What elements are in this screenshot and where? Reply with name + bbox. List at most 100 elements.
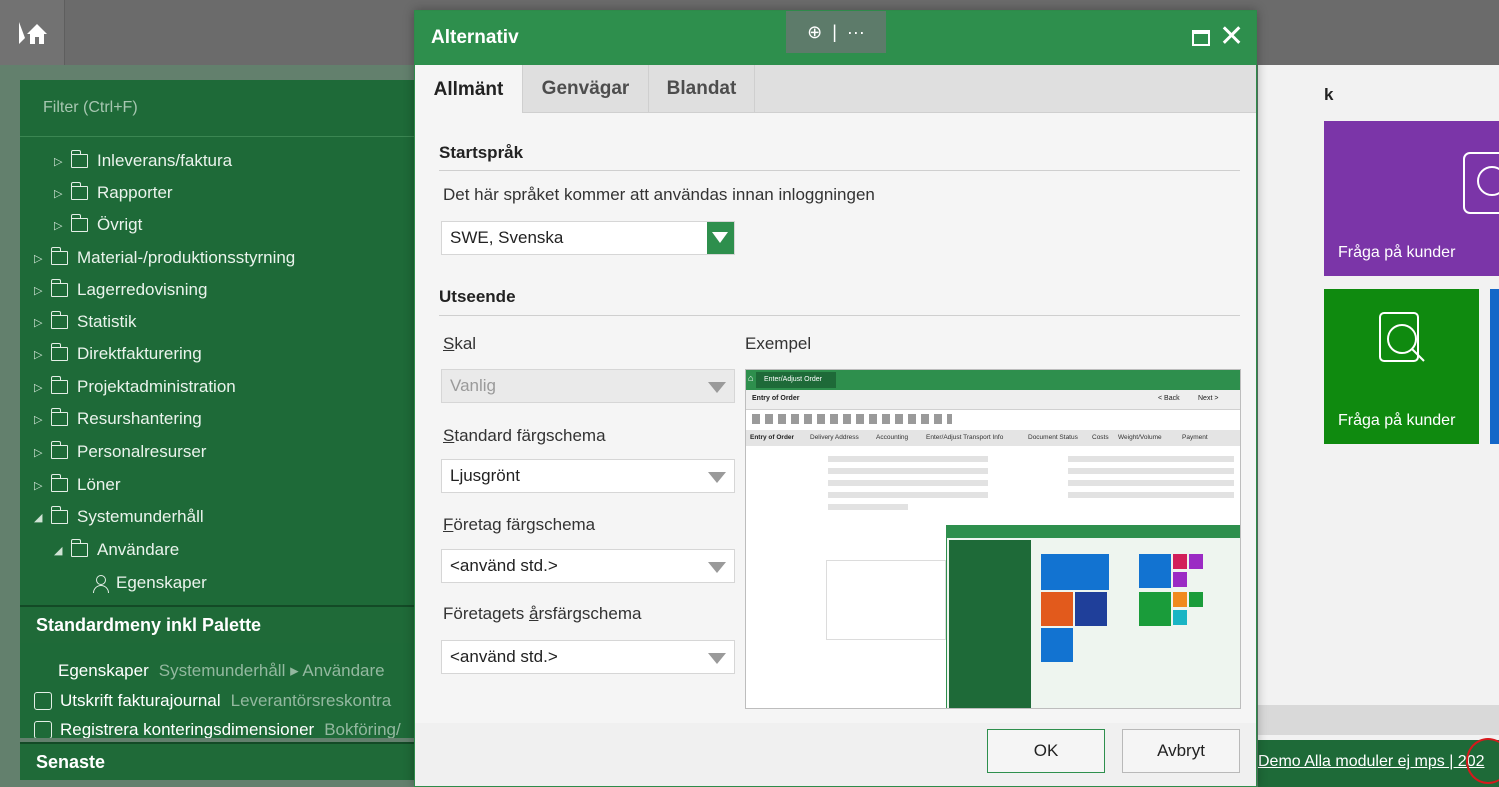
collapse-arrow-icon: ◢ — [54, 544, 63, 557]
folder-icon — [50, 376, 68, 394]
preview-field — [828, 492, 988, 498]
tab-misc[interactable]: Blandat — [649, 65, 755, 113]
tab-general[interactable]: Allmänt — [415, 65, 523, 114]
example-label: Exempel — [745, 334, 812, 353]
zoom-toolbar[interactable]: ⊕ | ··· — [786, 11, 886, 53]
preview-inner-window — [946, 525, 1240, 708]
tile-query-customers[interactable]: Fråga på kunder — [1324, 121, 1499, 276]
recent-item[interactable]: Egenskaper Systemunderhåll ▸ Användare — [34, 657, 385, 685]
query-icon — [1463, 152, 1499, 214]
preview-field — [1068, 480, 1234, 486]
preview-field — [828, 468, 988, 474]
tree-item-lager[interactable]: ▷ Lagerredovisning — [34, 274, 207, 306]
expand-arrow-icon: ▷ — [54, 155, 63, 168]
dropdown-arrow-icon — [708, 472, 726, 483]
dropdown-arrow-icon — [708, 382, 726, 393]
preview-tile — [1173, 572, 1187, 587]
divider — [439, 170, 1240, 171]
preview-field — [1068, 492, 1234, 498]
printer-icon — [34, 692, 52, 710]
company-link[interactable]: Demo Alla moduler ej mps | 202 — [1258, 753, 1484, 770]
preview-field — [828, 480, 988, 486]
tree-item-ovrigt[interactable]: ▷ Övrigt — [54, 209, 142, 241]
color-scheme-select[interactable]: Ljusgrönt — [441, 459, 735, 493]
tree-item-direktfakturering[interactable]: ▷ Direktfakturering — [34, 338, 202, 370]
theme-preview: Enter/Adjust Order ⌂ Entry of Order < Ba… — [745, 369, 1241, 709]
folder-icon — [50, 279, 68, 297]
tab-content: Startspråk Det här språket kommer att an… — [415, 113, 1256, 723]
tree-item-rapporter[interactable]: ▷ Rapporter — [54, 177, 173, 209]
options-dialog: Alternativ ⊕ | ··· ✕ Allmänt Genvägar Bl… — [414, 10, 1257, 787]
expand-arrow-icon: ▷ — [54, 219, 63, 232]
preview-tile — [1173, 592, 1187, 607]
tree-item-personal[interactable]: ▷ Personalresurser — [34, 436, 206, 468]
left-panel: Filter (Ctrl+F) ▷ Inleverans/faktura ▷ Rap… — [0, 65, 420, 787]
folder-icon — [50, 247, 68, 265]
recent-item[interactable]: Registrera konteringsdimensioner Bokföri… — [34, 716, 401, 738]
preview-field — [1068, 468, 1234, 474]
edit-icon — [34, 721, 52, 738]
folder-icon — [50, 474, 68, 492]
dialog-titlebar[interactable]: Alternativ ⊕ | ··· ✕ — [415, 11, 1256, 65]
maximize-button[interactable] — [1192, 30, 1210, 46]
preview-icons — [752, 414, 952, 424]
cancel-button[interactable]: Avbryt — [1122, 729, 1240, 773]
folder-icon — [50, 408, 68, 426]
separator: | — [832, 21, 837, 42]
ok-button[interactable]: OK — [987, 729, 1105, 773]
start-language-select[interactable]: SWE, Svenska — [441, 221, 735, 255]
tile-partial[interactable] — [1490, 289, 1499, 444]
tree-item-projekt[interactable]: ▷ Projektadministration — [34, 371, 236, 403]
preview-tile — [1075, 592, 1107, 626]
right-panel: k Fråga på kunder Fråga på kunder — [1258, 65, 1499, 787]
tree-item-loner[interactable]: ▷ Löner — [34, 469, 120, 501]
recent-title: Senaste — [20, 742, 420, 780]
folder-icon — [50, 343, 68, 361]
expand-arrow-icon: ▷ — [34, 348, 43, 361]
zoom-icon[interactable]: ⊕ — [807, 22, 822, 43]
close-button[interactable]: ✕ — [1219, 22, 1244, 52]
search-document-icon — [1379, 312, 1425, 362]
tree-item-inleverans[interactable]: ▷ Inleverans/faktura — [54, 145, 232, 177]
preview-tabs: Entry of Order Delivery Address Accounti… — [746, 430, 1240, 446]
year-color-select[interactable]: <använd std.> — [441, 640, 735, 674]
preview-field — [828, 504, 908, 510]
expand-arrow-icon: ▷ — [34, 284, 43, 297]
section-start-language: Startspråk — [439, 143, 524, 162]
shell-label: Skal — [443, 334, 477, 353]
user-icon — [92, 574, 109, 593]
company-color-select[interactable]: <använd std.> — [441, 549, 735, 583]
tree-item-anvandare[interactable]: ◢ Användare — [54, 534, 179, 566]
tree-item-egenskaper[interactable]: Egenskaper — [92, 567, 207, 599]
tree-item-statistik[interactable]: ▷ Statistik — [34, 306, 137, 338]
tree-item-resurs[interactable]: ▷ Resurshantering — [34, 403, 202, 435]
divider — [1258, 705, 1499, 735]
preview-tile — [1041, 628, 1073, 662]
preview-titlebar: Enter/Adjust Order ⌂ — [746, 370, 1240, 390]
filter-input[interactable]: Filter (Ctrl+F) — [20, 80, 420, 137]
preview-field — [828, 456, 988, 462]
tile-query-customers[interactable]: Fråga på kunder — [1324, 289, 1479, 444]
preview-tile — [1139, 554, 1171, 588]
home-button[interactable] — [0, 0, 65, 65]
folder-icon — [50, 311, 68, 329]
filter-placeholder: Filter (Ctrl+F) — [43, 99, 138, 116]
recent-item[interactable]: Utskrift fakturajournal Leverantörsresko… — [34, 687, 391, 715]
home-icon — [19, 21, 47, 44]
preview-tile — [1041, 592, 1073, 626]
preview-window-tab: Enter/Adjust Order — [756, 372, 836, 388]
tree-item-material[interactable]: ▷ Material-/produktionsstyrning — [34, 242, 295, 274]
home-icon: ⌂ — [748, 373, 754, 383]
preview-field — [1068, 456, 1234, 462]
tab-shortcuts[interactable]: Genvägar — [523, 65, 649, 113]
tab-bar: Allmänt Genvägar Blandat — [415, 65, 1256, 114]
preview-back: < Back — [1158, 395, 1180, 402]
year-color-label: Företagets årsfärgschema — [443, 604, 642, 623]
tree-item-systemunderhall[interactable]: ◢ Systemunderhåll — [34, 501, 204, 533]
more-icon[interactable]: ··· — [847, 22, 865, 43]
folder-icon — [50, 441, 68, 459]
dropdown-arrow-icon — [708, 653, 726, 664]
start-language-description: Det här språket kommer att användas inna… — [443, 185, 875, 204]
expand-arrow-icon: ▷ — [34, 381, 43, 394]
menu-title: Standardmeny inkl Palette — [20, 605, 420, 643]
